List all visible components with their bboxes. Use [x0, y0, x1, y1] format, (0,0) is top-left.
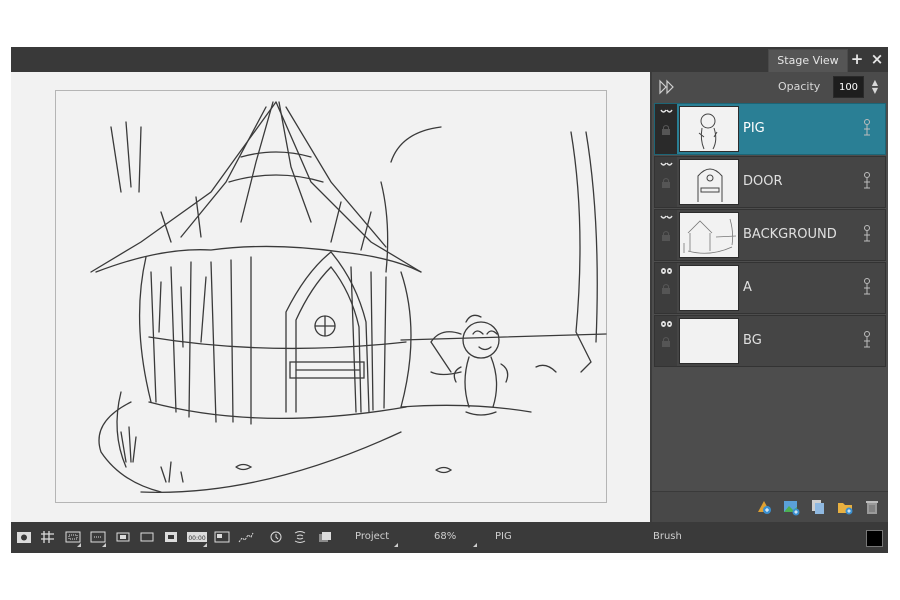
- close-tab-icon[interactable]: ×: [869, 51, 885, 67]
- current-layer-label: PIG: [495, 531, 512, 542]
- layer-row-pig[interactable]: PIG: [654, 103, 886, 155]
- field-guide-icon[interactable]: [90, 530, 106, 544]
- view-mode-menu-icon[interactable]: [394, 543, 398, 547]
- lock-icon[interactable]: [661, 336, 671, 348]
- delete-layer-icon[interactable]: [863, 498, 881, 516]
- timecode-menu-icon[interactable]: [203, 543, 207, 547]
- layer-name: PIG: [743, 121, 765, 136]
- layer-controls: [655, 316, 677, 366]
- play-icon[interactable]: [658, 79, 676, 95]
- onion-skin-icon[interactable]: [317, 530, 333, 544]
- opacity-label: Opacity: [778, 80, 821, 93]
- image-icon[interactable]: [214, 530, 230, 544]
- peg-icon[interactable]: [862, 277, 872, 297]
- stage-view-window: Stage View + × Opacity 100 ▲ ▼ PIG DOOR …: [11, 47, 888, 553]
- layer-thumbnail: [679, 265, 739, 311]
- layer-name: DOOR: [743, 174, 783, 189]
- eye-closed-icon[interactable]: [660, 161, 673, 169]
- frame-icon[interactable]: [115, 530, 131, 544]
- frame-outline-icon[interactable]: [139, 530, 155, 544]
- flip-icon[interactable]: [292, 530, 308, 544]
- grid-icon[interactable]: [40, 530, 56, 544]
- layer-thumbnail: [679, 106, 739, 152]
- layer-thumbnail: [679, 318, 739, 364]
- add-tab-icon[interactable]: +: [849, 51, 865, 67]
- layer-row-door[interactable]: DOOR: [654, 156, 886, 208]
- sketch-drawing[interactable]: [11, 72, 650, 522]
- field-guide-menu-icon[interactable]: [102, 543, 106, 547]
- opacity-input[interactable]: 100: [833, 76, 864, 98]
- duplicate-layer-icon[interactable]: [809, 498, 827, 516]
- layer-row-bg[interactable]: BG: [654, 315, 886, 367]
- camera-icon[interactable]: [16, 530, 32, 544]
- layer-name: BACKGROUND: [743, 227, 837, 242]
- eye-open-icon[interactable]: [660, 320, 673, 328]
- stop-icon[interactable]: [163, 530, 179, 544]
- zoom-menu-icon[interactable]: [473, 543, 477, 547]
- layer-row-background[interactable]: BACKGROUND: [654, 209, 886, 261]
- zoom-level[interactable]: 68%: [434, 531, 456, 542]
- current-color-swatch[interactable]: [866, 530, 883, 547]
- layer-row-a[interactable]: A: [654, 262, 886, 314]
- layer-controls: [655, 157, 677, 207]
- eye-closed-icon[interactable]: [660, 108, 673, 116]
- peg-icon[interactable]: [862, 330, 872, 350]
- layer-panel-header: Opacity 100 ▲ ▼: [652, 72, 888, 103]
- layer-controls: [655, 104, 677, 154]
- tab-bar: Stage View + ×: [11, 47, 888, 72]
- timecode-icon[interactable]: 00:00: [187, 530, 207, 544]
- tab-stage-view[interactable]: Stage View: [768, 49, 848, 72]
- opacity-spinner-icon[interactable]: ▲ ▼: [869, 79, 881, 95]
- peg-icon[interactable]: [862, 118, 872, 138]
- eye-open-icon[interactable]: [660, 267, 673, 275]
- layer-thumbnail: [679, 159, 739, 205]
- safe-area-menu-icon[interactable]: [77, 543, 81, 547]
- current-tool-label: Brush: [653, 531, 682, 542]
- lock-icon[interactable]: [661, 230, 671, 242]
- add-bitmap-layer-icon[interactable]: [782, 498, 800, 516]
- view-mode-label[interactable]: Project: [355, 531, 389, 542]
- layer-thumbnail: [679, 212, 739, 258]
- add-drawing-layer-icon[interactable]: [755, 498, 773, 516]
- layer-controls: [655, 210, 677, 260]
- lock-icon[interactable]: [661, 283, 671, 295]
- canvas-viewport[interactable]: [11, 72, 650, 522]
- layer-controls: [655, 263, 677, 313]
- add-folder-icon[interactable]: [836, 498, 854, 516]
- layer-name: A: [743, 280, 752, 295]
- peg-icon[interactable]: [862, 171, 872, 191]
- eye-closed-icon[interactable]: [660, 214, 673, 222]
- layer-panel: Opacity 100 ▲ ▼ PIG DOOR BACKGROUND A BG: [652, 72, 888, 522]
- safe-area-icon[interactable]: [65, 530, 81, 544]
- peg-icon[interactable]: [862, 224, 872, 244]
- layer-panel-footer: [652, 491, 888, 522]
- lock-icon[interactable]: [661, 177, 671, 189]
- rotate-icon[interactable]: [268, 530, 284, 544]
- layer-name: BG: [743, 333, 762, 348]
- tension-icon[interactable]: [238, 530, 254, 544]
- status-bar: 00:00 Project 68% PIG Brush: [11, 522, 888, 553]
- lock-icon[interactable]: [661, 124, 671, 136]
- svg-text:00:00: 00:00: [188, 535, 205, 542]
